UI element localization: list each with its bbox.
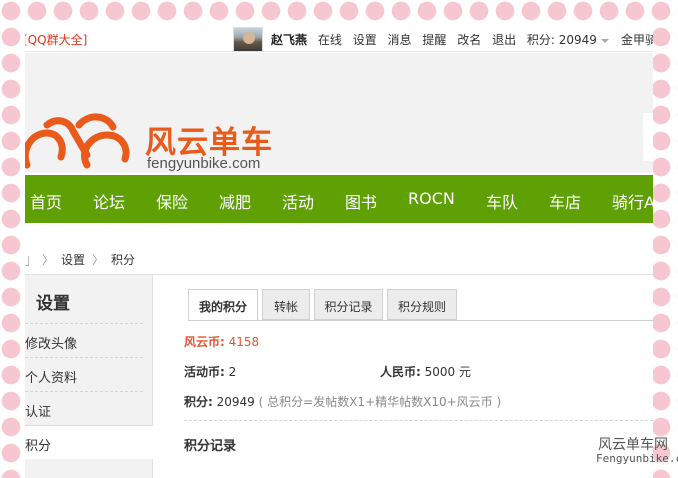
fyb-row: 风云币: 4158 [184, 333, 259, 350]
sidebar-item-verification[interactable]: 认证 [25, 391, 143, 425]
nav-item-forum[interactable]: 论坛 [93, 189, 125, 213]
points-log-heading: 积分记录 [184, 439, 237, 454]
nav-item-teams[interactable]: 车队 [486, 189, 518, 213]
logo-subtitle[interactable]: fengyunbike.com [147, 155, 260, 172]
tab-transfer[interactable]: 转帐 [262, 289, 310, 320]
tab-points-log[interactable]: 积分记录 [314, 289, 383, 320]
user-links: 赵飞燕 在线 设置 消息 提醒 改名 退出 积分: 20949 金甲骑士 [271, 31, 653, 48]
breadcrumb-points[interactable]: 积分 [111, 253, 135, 267]
fyb-value: 4158 [228, 335, 260, 349]
divider [184, 420, 653, 421]
watermark-url: Fengyunbike.com [596, 452, 678, 465]
rank-menu[interactable]: 金甲骑士 [621, 33, 653, 47]
rename-link[interactable]: 改名 [457, 33, 481, 47]
activity-coin-label: 活动币: [184, 365, 225, 379]
nav-item-riding[interactable]: 骑行A [612, 189, 653, 213]
sidebar-title: 设置 [36, 294, 70, 314]
notifications-link[interactable]: 提醒 [422, 33, 446, 47]
nav-item-events[interactable]: 活动 [282, 189, 314, 213]
points-label: 积分: [184, 395, 213, 409]
site-header: 风云单车 fengyunbike.com [25, 53, 653, 173]
top-bar: [QQ群大全] 赵飞燕 在线 设置 消息 提醒 改名 退出 积分: 20949 金… [25, 27, 653, 52]
home-icon[interactable] [25, 255, 29, 266]
settings-link[interactable]: 设置 [353, 33, 377, 47]
nav-item-home[interactable]: 首页 [30, 189, 62, 213]
points-value: 20949 [216, 395, 255, 409]
username-link[interactable]: 赵飞燕 [271, 33, 307, 47]
sidebar-item-points[interactable]: 积分 [25, 425, 153, 459]
rmb-label: 人民币: [380, 365, 421, 379]
nav-item-weight-loss[interactable]: 减肥 [219, 189, 251, 213]
sidebar-item-avatar[interactable]: 修改头像 [25, 323, 143, 357]
points-formula: ( 总积分=发帖数X1+精华帖数X10+风云币 ) [258, 395, 502, 409]
activity-coin-value: 2 [228, 365, 237, 379]
chevron-right-icon: 〉 [42, 253, 55, 267]
chevron-right-icon: 〉 [92, 253, 105, 267]
nav-item-rocn[interactable]: ROCN [408, 189, 455, 208]
online-link[interactable]: 在线 [318, 33, 342, 47]
chevron-down-icon[interactable] [600, 38, 609, 43]
page: [QQ群大全] 赵飞燕 在线 设置 消息 提醒 改名 退出 积分: 20949 金… [25, 27, 653, 478]
bike-logo-icon[interactable] [25, 103, 135, 175]
tab-points-rules[interactable]: 积分规则 [387, 289, 457, 320]
main-nav: 首页 论坛 保险 减肥 活动 图书 ROCN 车队 车店 骑行A [25, 175, 653, 223]
activity-coin-row: 活动币: 2 [184, 363, 236, 380]
fyb-label: 风云币: [184, 335, 225, 349]
logout-link[interactable]: 退出 [492, 33, 516, 47]
rmb-row: 人民币: 5000 元 [380, 363, 471, 380]
points-menu[interactable]: 积分: 20949 [527, 33, 597, 47]
nav-item-insurance[interactable]: 保险 [156, 189, 188, 213]
tab-my-points[interactable]: 我的积分 [188, 289, 258, 321]
nav-item-shops[interactable]: 车店 [549, 189, 581, 213]
watermark-title: 风云单车网 [598, 437, 668, 453]
breadcrumb: 〉设置〉积分 [25, 251, 135, 268]
rmb-value: 5000 元 [424, 365, 471, 379]
avatar[interactable] [233, 27, 263, 52]
breadcrumb-settings[interactable]: 设置 [61, 253, 85, 267]
sidebar-item-profile[interactable]: 个人资料 [25, 357, 143, 391]
tab-divider [188, 320, 653, 321]
settings-sidebar: 设置 修改头像 个人资料 认证 积分 [25, 275, 153, 478]
points-row: 积分: 20949 ( 总积分=发帖数X1+精华帖数X10+风云币 ) [184, 393, 501, 410]
messages-link[interactable]: 消息 [388, 33, 412, 47]
header-search-box[interactable] [643, 113, 653, 161]
qq-groups-link[interactable]: [QQ群大全] [25, 31, 87, 48]
nav-item-books[interactable]: 图书 [345, 189, 377, 213]
